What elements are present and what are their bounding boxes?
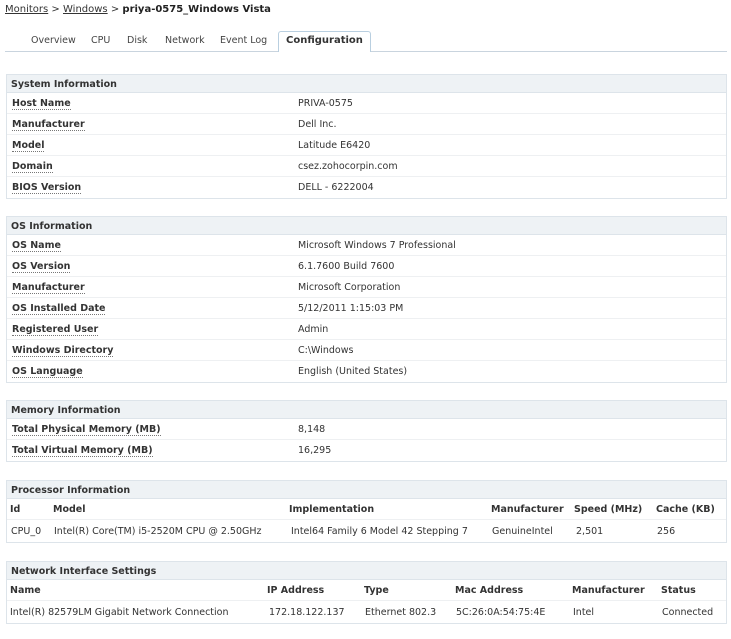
tab-event-log[interactable]: Event Log <box>220 35 267 46</box>
column-header-speed: Speed (MHz) <box>574 504 643 515</box>
info-value: Microsoft Windows 7 Professional <box>298 240 456 251</box>
info-value: 6.1.7600 Build 7600 <box>298 261 395 272</box>
section-title: Processor Information <box>7 481 726 499</box>
table-row: CPU_0 Intel(R) Core(TM) i5-2520M CPU @ 2… <box>7 520 726 542</box>
section-title: Memory Information <box>7 401 726 419</box>
section-title: Network Interface Settings <box>7 562 726 580</box>
info-label: Windows Directory <box>12 345 114 357</box>
info-value: Dell Inc. <box>298 119 337 130</box>
tab-network[interactable]: Network <box>165 35 205 46</box>
system-information-panel: System Information Host Name PRIVA-0575 … <box>6 74 727 199</box>
info-row: BIOS Version DELL - 6222004 <box>7 177 726 198</box>
info-label: Model <box>12 140 45 152</box>
tab-overview[interactable]: Overview <box>31 35 76 46</box>
info-value: PRIVA-0575 <box>298 98 353 109</box>
column-header-implementation: Implementation <box>289 504 375 515</box>
info-value: C:\Windows <box>298 345 354 356</box>
info-row: OS Language English (United States) <box>7 361 726 382</box>
column-header-manufacturer: Manufacturer <box>572 585 645 596</box>
info-row: OS Installed Date 5/12/2011 1:15:03 PM <box>7 298 726 319</box>
column-header-ip-address: IP Address <box>267 585 325 596</box>
info-label: Manufacturer <box>12 119 85 131</box>
column-header-type: Type <box>364 585 389 596</box>
info-value: 5/12/2011 1:15:03 PM <box>298 303 404 314</box>
cell-manufacturer: Intel <box>573 607 595 618</box>
breadcrumb-separator: > <box>51 4 60 15</box>
info-value: 8,148 <box>298 424 326 435</box>
info-row: Registered User Admin <box>7 319 726 340</box>
cell-speed: 2,501 <box>576 526 604 537</box>
column-header-status: Status <box>661 585 696 596</box>
section-title: System Information <box>7 75 726 93</box>
network-interface-panel: Network Interface Settings Name IP Addre… <box>6 561 727 624</box>
cell-status: Connected <box>662 607 714 618</box>
column-header-manufacturer: Manufacturer <box>491 504 564 515</box>
table-header-row: Id Model Implementation Manufacturer Spe… <box>7 499 726 520</box>
breadcrumb-current: priya-0575_Windows Vista <box>122 4 271 15</box>
breadcrumb-monitors-link[interactable]: Monitors <box>5 4 48 15</box>
cell-id: CPU_0 <box>11 526 42 537</box>
info-label: OS Installed Date <box>12 303 106 315</box>
breadcrumb-windows-link[interactable]: Windows <box>63 4 108 15</box>
info-row: Host Name PRIVA-0575 <box>7 93 726 114</box>
info-value: csez.zohocorpin.com <box>298 161 398 172</box>
info-row: OS Name Microsoft Windows 7 Professional <box>7 235 726 256</box>
breadcrumb: Monitors > Windows > priya-0575_Windows … <box>5 4 271 15</box>
memory-information-panel: Memory Information Total Physical Memory… <box>6 400 727 462</box>
table-row: Intel(R) 82579LM Gigabit Network Connect… <box>7 601 726 623</box>
cell-name: Intel(R) 82579LM Gigabit Network Connect… <box>10 607 229 618</box>
cell-type: Ethernet 802.3 <box>365 607 437 618</box>
info-label: Total Physical Memory (MB) <box>12 424 161 436</box>
info-value: 16,295 <box>298 445 332 456</box>
tab-disk[interactable]: Disk <box>127 35 147 46</box>
column-header-cache: Cache (KB) <box>656 504 715 515</box>
info-value: DELL - 6222004 <box>298 182 374 193</box>
column-header-id: Id <box>10 504 21 515</box>
cell-implementation: Intel64 Family 6 Model 42 Stepping 7 <box>291 526 468 537</box>
info-value: Latitude E6420 <box>298 140 371 151</box>
cell-model: Intel(R) Core(TM) i5-2520M CPU @ 2.50GHz <box>54 526 262 537</box>
cell-mac-address: 5C:26:0A:54:75:4E <box>456 607 546 618</box>
info-label: OS Name <box>12 240 61 252</box>
cell-manufacturer: GenuineIntel <box>492 526 553 537</box>
cell-ip-address: 172.18.122.137 <box>269 607 345 618</box>
tab-configuration[interactable]: Configuration <box>278 31 371 54</box>
info-label: OS Version <box>12 261 71 273</box>
info-row: Model Latitude E6420 <box>7 135 726 156</box>
column-header-model: Model <box>53 504 86 515</box>
tab-cpu[interactable]: CPU <box>91 35 110 46</box>
info-row: Total Virtual Memory (MB) 16,295 <box>7 440 726 461</box>
info-label: Host Name <box>12 98 71 110</box>
info-row: Manufacturer Dell Inc. <box>7 114 726 135</box>
info-row: Windows Directory C:\Windows <box>7 340 726 361</box>
info-row: Manufacturer Microsoft Corporation <box>7 277 726 298</box>
os-information-panel: OS Information OS Name Microsoft Windows… <box>6 216 727 383</box>
info-label: Domain <box>12 161 53 173</box>
info-value: English (United States) <box>298 366 408 377</box>
breadcrumb-separator: > <box>110 4 120 15</box>
column-header-name: Name <box>10 585 41 596</box>
info-label: Manufacturer <box>12 282 85 294</box>
info-row: OS Version 6.1.7600 Build 7600 <box>7 256 726 277</box>
info-label: Registered User <box>12 324 99 336</box>
info-row: Domain csez.zohocorpin.com <box>7 156 726 177</box>
table-header-row: Name IP Address Type Mac Address Manufac… <box>7 580 726 601</box>
cell-cache: 256 <box>657 526 676 537</box>
column-header-mac-address: Mac Address <box>455 585 524 596</box>
section-title: OS Information <box>7 217 726 235</box>
info-label: Total Virtual Memory (MB) <box>12 445 153 457</box>
info-value: Admin <box>298 324 329 335</box>
info-label: OS Language <box>12 366 83 378</box>
processor-information-panel: Processor Information Id Model Implement… <box>6 480 727 543</box>
tab-bar: Overview CPU Disk Network Event Log Conf… <box>5 31 727 54</box>
info-row: Total Physical Memory (MB) 8,148 <box>7 419 726 440</box>
info-value: Microsoft Corporation <box>298 282 401 293</box>
info-label: BIOS Version <box>12 182 82 194</box>
